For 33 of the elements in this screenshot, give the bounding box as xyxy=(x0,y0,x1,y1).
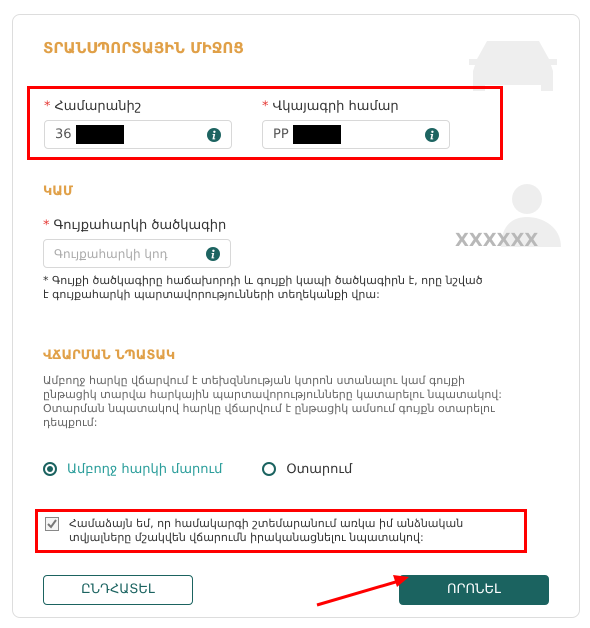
text-input[interactable]: 36 xyxy=(44,120,232,149)
radio-label: Ամբողջ հարկի մարում xyxy=(67,460,222,478)
code-field[interactable]: Գույքահարկի կոդ xyxy=(54,244,206,262)
field-label: Համարանիշ xyxy=(54,98,142,116)
reset-button[interactable]: ԸՆԴՀԱՏԵԼ xyxy=(43,575,193,605)
check-icon xyxy=(47,519,57,529)
search-button[interactable]: ՈՐՈՆԵԼ xyxy=(399,575,549,605)
redaction-bar xyxy=(292,125,341,144)
radio-button[interactable] xyxy=(262,462,276,476)
text-input[interactable]: PP xyxy=(262,120,450,149)
field-label: Գույքահարկի ծածկագիր xyxy=(54,216,226,234)
input-value: 36 xyxy=(55,126,72,144)
radio-label: Օտարում xyxy=(286,460,352,478)
required-marker: * xyxy=(262,98,268,116)
radio-option[interactable]: Օտարում xyxy=(262,460,352,479)
required-marker: * xyxy=(43,216,50,234)
or-label: ԿԱՄ xyxy=(43,183,74,201)
info-icon xyxy=(207,128,221,142)
consent-checkbox[interactable] xyxy=(45,517,59,531)
purpose-description: Ամբողջ հարկը վճարվում է տեխզննության կտրոն ստանալու կամ գույքի ընթացիկ տարվա հարկային պարտավորությունները կատարելու նպատակով: Օտարման նպատակով հարկը վճարվում է ընթացիկ ամսում գույքն օտարելու դեպքում: xyxy=(43,374,503,430)
info-icon xyxy=(425,128,439,142)
consent-text: Համաձայն եմ, որ համակարգի շտեմարանում առկա իմ անձնական տվյալները մշակվեն վճարումն իրականացնելու նպատակով: xyxy=(69,517,464,545)
text-input[interactable]: Գույքահարկի կոդ xyxy=(43,239,231,268)
redaction-bar xyxy=(76,125,124,144)
section-title: ՏՐԱՆՍՊՈՐՏԱՅԻՆ ՄԻՋՈՑ xyxy=(43,38,245,59)
info-icon xyxy=(206,246,220,260)
required-marker: * xyxy=(44,98,50,116)
note-text: * Գույքի ծածկագիրը հաճախորդի և գույքի կապի ծածկագիրն է, որը նշված է գույքահարկի պարտավորությունների տեղեկանքի վրա: xyxy=(43,274,483,302)
radio-button[interactable] xyxy=(43,462,57,476)
purpose-title: ՎՃԱՐՄԱՆ ՆՊԱՏԱԿ xyxy=(43,347,176,365)
watermark-text: XXXXXX xyxy=(455,229,538,253)
input-value: PP xyxy=(273,126,289,144)
field-label: Վկայագրի համար xyxy=(272,98,399,116)
